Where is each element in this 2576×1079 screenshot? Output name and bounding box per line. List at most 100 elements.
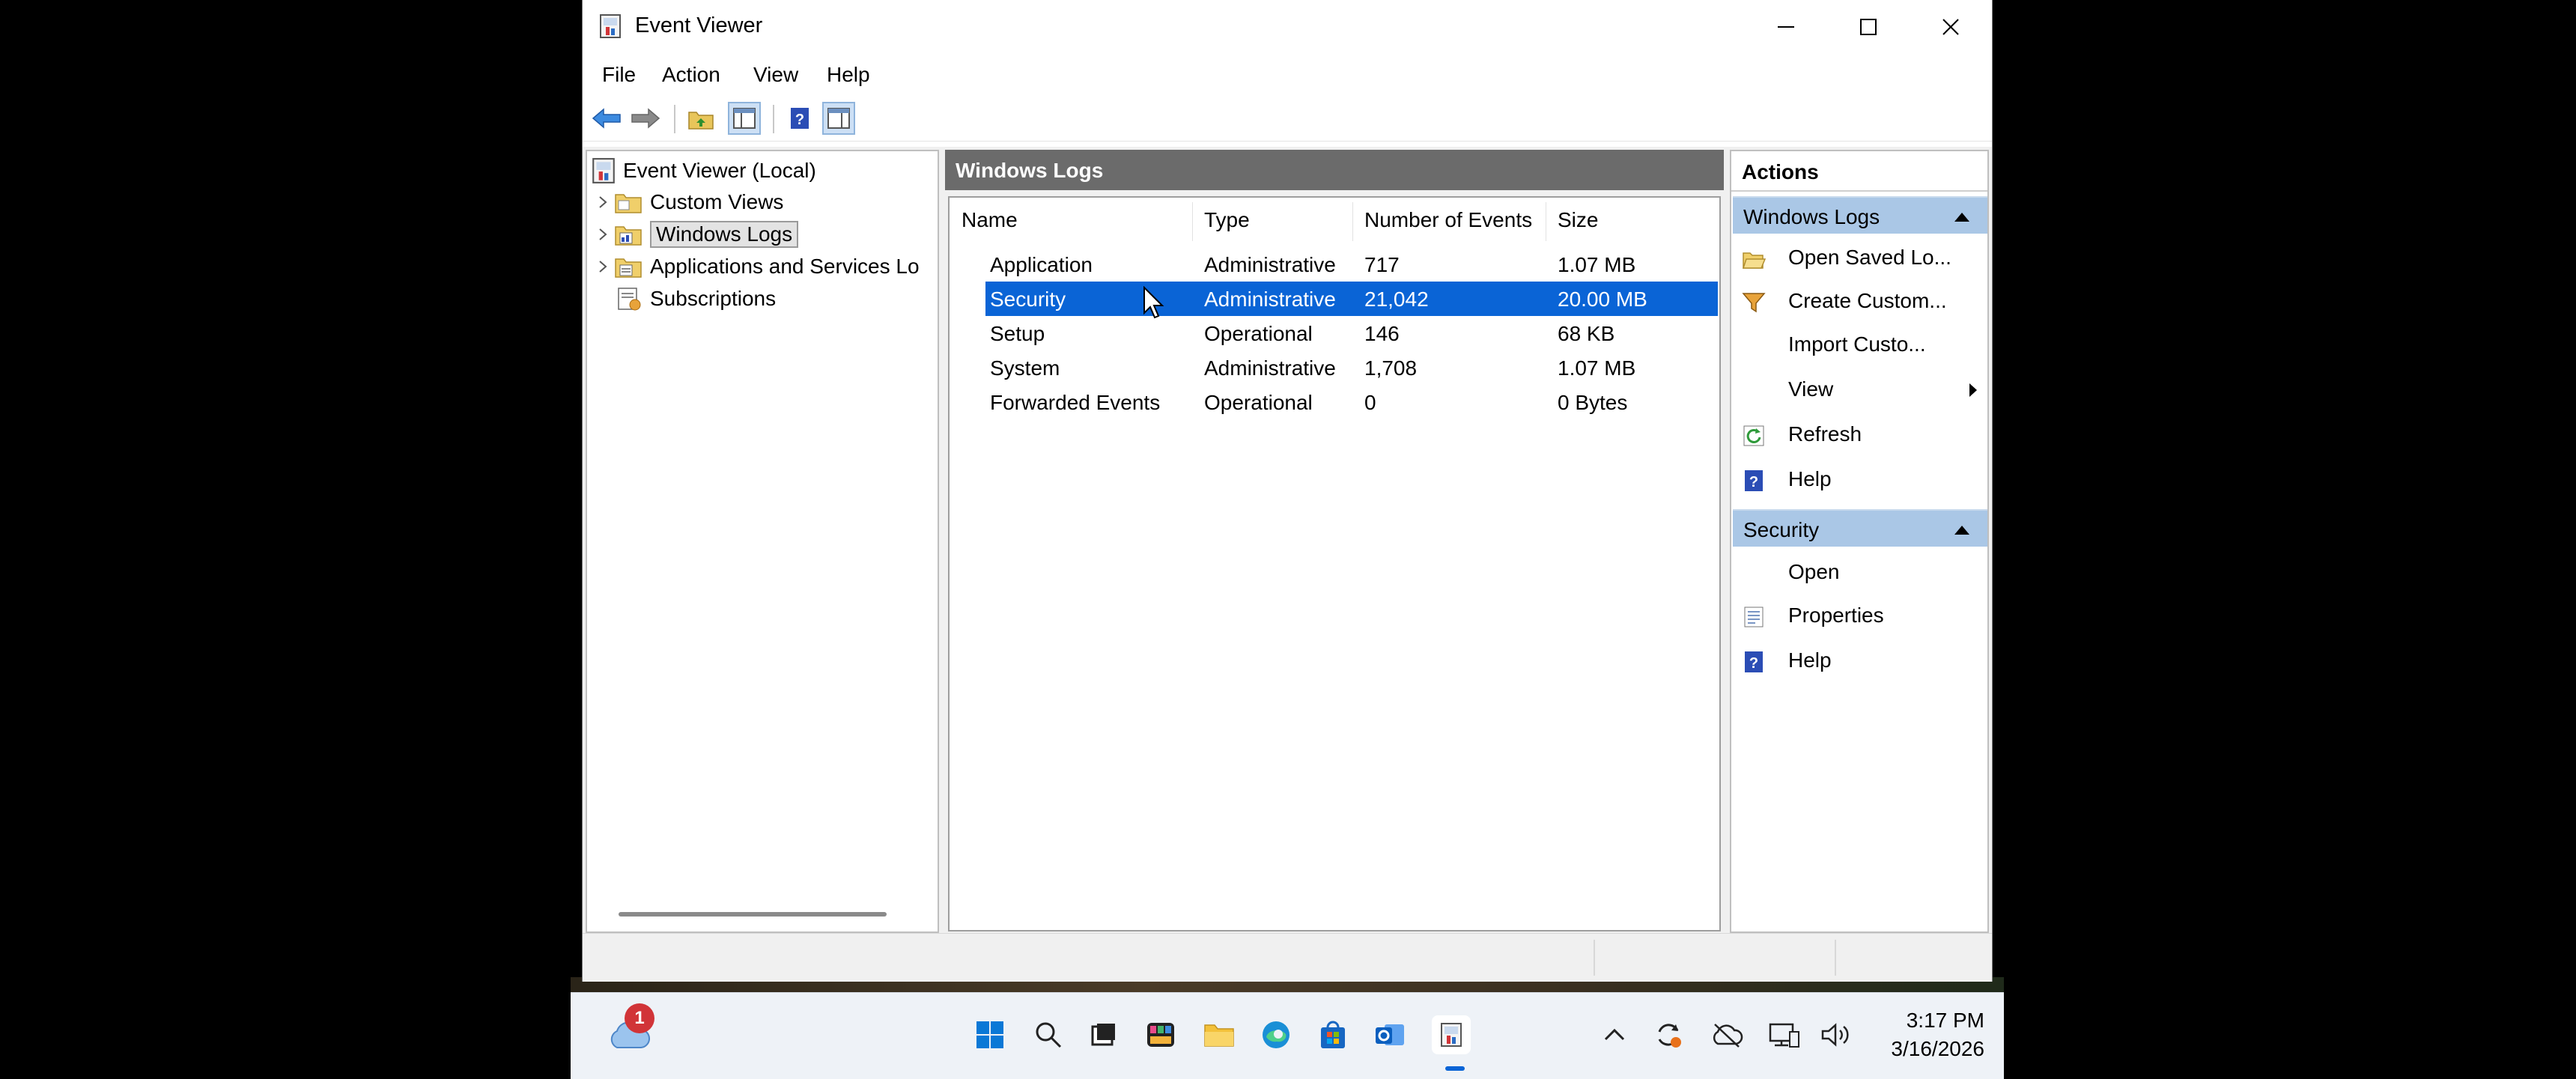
action-properties[interactable]: Properties [1733, 595, 1987, 638]
table-row[interactable]: Application Administrative 717 1.07 MB [985, 247, 1718, 282]
event-viewer-taskbar-button[interactable] [1432, 1015, 1471, 1054]
status-divider [1835, 940, 1836, 976]
task-view-button[interactable] [1084, 1015, 1123, 1054]
windows-logs-folder-icon [615, 226, 642, 246]
volume-tray-button[interactable] [1817, 1015, 1856, 1054]
results-pane-title: Windows Logs [956, 159, 1104, 182]
maximize-button[interactable] [1827, 0, 1910, 54]
outlook-button[interactable] [1370, 1015, 1409, 1054]
cell-name: System [990, 356, 1060, 380]
help-button[interactable]: ? [783, 102, 816, 135]
copilot-app-button[interactable] [1141, 1015, 1180, 1054]
menu-file[interactable]: File [602, 63, 636, 87]
column-header-name[interactable]: Name [962, 208, 1018, 232]
table-row[interactable]: Forwarded Events Operational 0 0 Bytes [985, 385, 1718, 419]
tree-item-event-viewer-local[interactable]: Event Viewer (Local) [592, 156, 816, 186]
tree-item-applications-and-services-logs[interactable]: Applications and Services Lo [592, 252, 920, 282]
onedrive-offline-button[interactable] [1707, 1015, 1746, 1054]
column-header-number-of-events[interactable]: Number of Events [1364, 208, 1532, 232]
notification-badge: 1 [625, 1003, 654, 1033]
search-button[interactable] [1029, 1015, 1068, 1054]
forward-button[interactable] [629, 102, 662, 135]
cell-type: Administrative [1204, 356, 1336, 380]
action-open-saved-log[interactable]: Open Saved Lo... [1733, 237, 1987, 280]
start-button[interactable] [970, 1015, 1009, 1054]
tree-item-subscriptions[interactable]: Subscriptions [614, 284, 776, 314]
help-icon: ? [791, 108, 809, 129]
menu-help[interactable]: Help [827, 63, 870, 87]
back-button[interactable] [590, 102, 623, 135]
tree-item-custom-views[interactable]: Custom Views [592, 187, 783, 217]
cell-events: 21,042 [1364, 288, 1429, 311]
action-help-security[interactable]: ? Help [1733, 639, 1987, 683]
action-create-custom-view[interactable]: Create Custom... [1733, 280, 1987, 323]
close-button[interactable] [1910, 0, 1992, 54]
svg-text:?: ? [1749, 474, 1758, 490]
collapse-arrow-icon[interactable] [1954, 213, 1969, 222]
cell-size: 0 Bytes [1558, 391, 1628, 414]
tree-label: Custom Views [650, 190, 784, 213]
column-header-type[interactable]: Type [1204, 208, 1250, 232]
folder-up-icon [688, 112, 714, 130]
action-label: Help [1788, 467, 1832, 490]
mouse-cursor-icon [1143, 286, 1164, 319]
cell-size: 1.07 MB [1558, 253, 1636, 276]
chevron-up-icon [1604, 1028, 1625, 1041]
chevron-right-icon[interactable] [592, 187, 614, 217]
file-explorer-button[interactable] [1200, 1015, 1239, 1054]
show-hide-console-tree-button[interactable] [728, 102, 761, 135]
show-hide-action-pane-button[interactable] [822, 102, 855, 135]
cell-type: Administrative [1204, 253, 1336, 276]
action-view[interactable]: View [1733, 368, 1987, 412]
microsoft-store-button[interactable] [1313, 1015, 1352, 1054]
console-tree[interactable]: Event Viewer (Local) Custom Views Window… [586, 150, 939, 933]
action-import-custom-view[interactable]: Import Custo... [1733, 323, 1987, 367]
tree-item-windows-logs[interactable]: Windows Logs [592, 219, 799, 249]
sync-tray-button[interactable] [1649, 1015, 1688, 1054]
section-title: Windows Logs [1743, 205, 1880, 228]
minimize-button[interactable] [1745, 0, 1827, 54]
column-header-size[interactable]: Size [1558, 208, 1598, 232]
network-icon [1769, 1023, 1799, 1048]
action-refresh[interactable]: Refresh [1733, 413, 1987, 457]
cell-type: Operational [1204, 391, 1313, 414]
store-icon [1321, 1021, 1345, 1048]
column-divider[interactable] [1192, 202, 1193, 241]
window-title: Event Viewer [635, 13, 763, 37]
cell-size: 1.07 MB [1558, 356, 1636, 380]
event-viewer-app-icon [600, 14, 621, 38]
actions-section-security[interactable]: Security [1733, 509, 1987, 547]
column-divider[interactable] [1352, 202, 1353, 241]
actions-section-windows-logs[interactable]: Windows Logs [1733, 196, 1987, 234]
table-row[interactable]: Setup Operational 146 68 KB [985, 316, 1718, 350]
taskbar-clock[interactable]: 3:17 PM 3/16/2026 [1891, 1006, 1984, 1063]
svg-text:?: ? [1749, 655, 1758, 672]
network-tray-button[interactable] [1764, 1015, 1803, 1054]
title-bar[interactable]: Event Viewer [583, 0, 1992, 54]
show-hidden-icons-button[interactable] [1595, 1015, 1634, 1054]
cell-name: Forwarded Events [990, 391, 1161, 414]
menu-view[interactable]: View [753, 63, 798, 87]
table-row[interactable]: System Administrative 1,708 1.07 MB [985, 350, 1718, 385]
action-help[interactable]: ? Help [1733, 458, 1987, 502]
cloud-offline-icon [1713, 1024, 1743, 1048]
toolbar-separator [674, 105, 675, 133]
chevron-right-icon[interactable] [592, 252, 614, 282]
table-row-selected[interactable]: Security Administrative 21,042 20.00 MB [985, 282, 1718, 316]
menu-action[interactable]: Action [662, 63, 720, 87]
collapse-arrow-icon[interactable] [1954, 526, 1969, 535]
results-pane-header: Windows Logs [945, 150, 1724, 190]
cell-events: 146 [1364, 322, 1400, 345]
action-open[interactable]: Open [1733, 551, 1987, 595]
chevron-right-icon[interactable] [592, 219, 614, 249]
refresh-icon [1743, 425, 1764, 446]
action-label: View [1788, 377, 1834, 401]
logs-list[interactable]: Name Type Number of Events Size Applicat… [948, 196, 1721, 931]
edge-browser-button[interactable] [1257, 1015, 1295, 1054]
console-tree-icon [733, 108, 756, 129]
up-folder-button[interactable] [684, 102, 717, 135]
properties-icon [1744, 607, 1764, 627]
windows-start-icon [976, 1021, 1003, 1048]
horizontal-scrollbar[interactable] [619, 912, 887, 917]
colorful-app-icon [1147, 1023, 1174, 1047]
